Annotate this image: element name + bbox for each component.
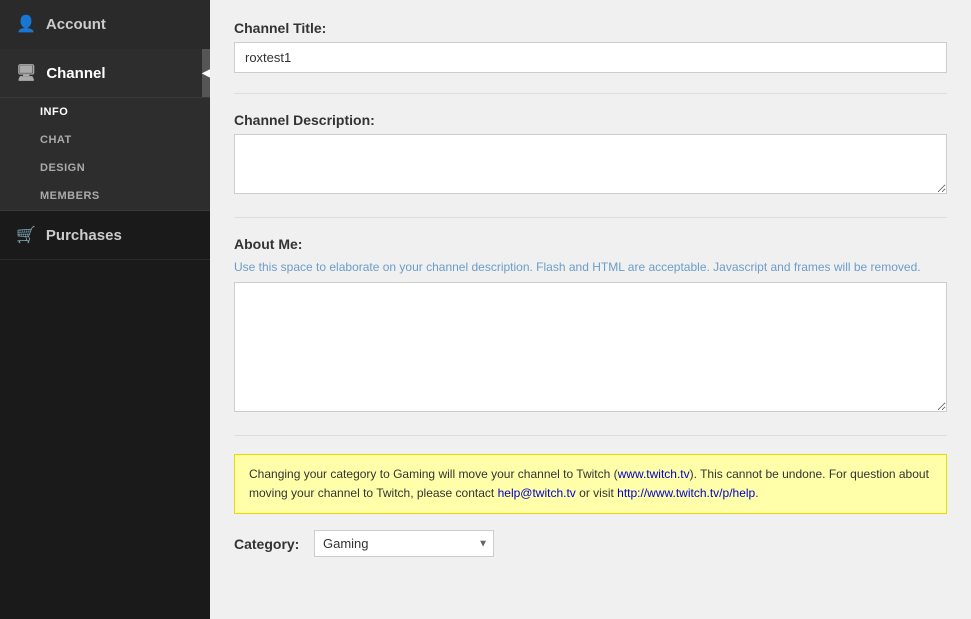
warning-box: Changing your category to Gaming will mo… xyxy=(234,454,947,514)
about-me-section: About Me: Use this space to elaborate on… xyxy=(234,236,947,415)
monitor-icon: 🖥 xyxy=(16,63,36,83)
sidebar-sub-item-info[interactable]: INFO xyxy=(0,98,210,126)
divider-2 xyxy=(234,217,947,218)
sidebar-item-channel[interactable]: 🖥 Channel ◀ xyxy=(0,49,210,98)
channel-arrow: ◀ xyxy=(202,49,210,97)
about-me-textarea[interactable] xyxy=(234,282,947,412)
channel-title-label: Channel Title: xyxy=(234,20,947,36)
channel-description-label: Channel Description: xyxy=(234,112,947,128)
main-content: Channel Title: Channel Description: Abou… xyxy=(210,0,971,619)
channel-label: Channel xyxy=(46,65,105,82)
warning-text-4: . xyxy=(755,486,758,500)
divider-3 xyxy=(234,435,947,436)
warning-link-email[interactable]: help@twitch.tv xyxy=(498,486,576,500)
divider-1 xyxy=(234,93,947,94)
category-label: Category: xyxy=(234,536,304,552)
category-row: Category: Gaming Music Entertainment Spo… xyxy=(234,530,947,557)
channel-title-input[interactable] xyxy=(234,42,947,73)
purchases-icon: 🛒 xyxy=(16,225,36,245)
sidebar-sub-item-design[interactable]: DESIGN xyxy=(0,154,210,182)
sidebar-sub-item-chat[interactable]: CHAT xyxy=(0,126,210,154)
purchases-label: Purchases xyxy=(46,227,122,244)
about-me-label: About Me: xyxy=(234,236,947,252)
warning-text-1: Changing your category to Gaming will mo… xyxy=(249,467,618,481)
channel-description-textarea[interactable] xyxy=(234,134,947,194)
channel-title-section: Channel Title: xyxy=(234,20,947,73)
channel-sub-menu: INFO CHAT DESIGN MEMBERS xyxy=(0,98,210,211)
category-select-wrapper: Gaming Music Entertainment Sports xyxy=(314,530,494,557)
category-select[interactable]: Gaming Music Entertainment Sports xyxy=(314,530,494,557)
sidebar-item-account[interactable]: 👤 Account xyxy=(0,0,210,49)
warning-link-twitch[interactable]: www.twitch.tv xyxy=(618,467,690,481)
about-me-hint: Use this space to elaborate on your chan… xyxy=(234,258,947,276)
warning-link-help[interactable]: http://www.twitch.tv/p/help xyxy=(617,486,755,500)
warning-text-3: or visit xyxy=(576,486,617,500)
account-label: Account xyxy=(46,16,106,33)
person-icon: 👤 xyxy=(16,14,36,34)
sidebar-sub-item-members[interactable]: MEMBERS xyxy=(0,182,210,210)
channel-description-section: Channel Description: xyxy=(234,112,947,197)
sidebar: 👤 Account 🖥 Channel ◀ INFO CHAT DESIGN M… xyxy=(0,0,210,619)
sidebar-item-purchases[interactable]: 🛒 Purchases xyxy=(0,211,210,260)
